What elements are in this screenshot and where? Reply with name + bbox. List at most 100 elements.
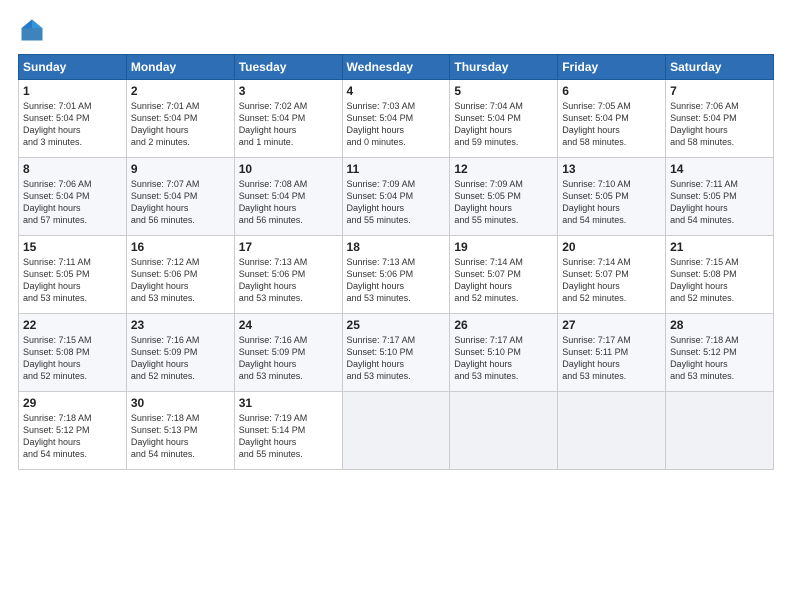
- weekday-header-tuesday: Tuesday: [234, 55, 342, 80]
- week-row-3: 15 Sunrise: 7:11 AMSunset: 5:05 PMDayligh…: [19, 236, 774, 314]
- calendar-cell: 10 Sunrise: 7:08 AMSunset: 5:04 PMDayligh…: [234, 158, 342, 236]
- day-info: Sunrise: 7:19 AMSunset: 5:14 PMDaylight …: [239, 412, 338, 461]
- calendar-cell: 21 Sunrise: 7:15 AMSunset: 5:08 PMDayligh…: [666, 236, 774, 314]
- day-info: Sunrise: 7:17 AMSunset: 5:10 PMDaylight …: [454, 334, 553, 383]
- weekday-header-friday: Friday: [558, 55, 666, 80]
- day-number: 9: [131, 162, 230, 176]
- day-info: Sunrise: 7:17 AMSunset: 5:10 PMDaylight …: [347, 334, 446, 383]
- day-number: 4: [347, 84, 446, 98]
- calendar-cell: 28Sunrise: 7:18 AMSunset: 5:12 PMDayligh…: [666, 314, 774, 392]
- day-number: 21: [670, 240, 769, 254]
- calendar-cell: 15 Sunrise: 7:11 AMSunset: 5:05 PMDayligh…: [19, 236, 127, 314]
- day-info: Sunrise: 7:15 AMSunset: 5:08 PMDaylight …: [670, 256, 769, 305]
- day-info: Sunrise: 7:11 AMSunset: 5:05 PMDaylight …: [670, 178, 769, 227]
- day-number: 7: [670, 84, 769, 98]
- calendar-cell: 11 Sunrise: 7:09 AMSunset: 5:04 PMDayligh…: [342, 158, 450, 236]
- calendar-cell: 8 Sunrise: 7:06 AMSunset: 5:04 PMDaylight…: [19, 158, 127, 236]
- day-number: 16: [131, 240, 230, 254]
- calendar-cell: 14 Sunrise: 7:11 AMSunset: 5:05 PMDayligh…: [666, 158, 774, 236]
- day-info: Sunrise: 7:01 AMSunset: 5:04 PMDaylight …: [131, 100, 230, 149]
- calendar-cell: 9 Sunrise: 7:07 AMSunset: 5:04 PMDaylight…: [126, 158, 234, 236]
- weekday-header-wednesday: Wednesday: [342, 55, 450, 80]
- weekday-header-thursday: Thursday: [450, 55, 558, 80]
- day-number: 12: [454, 162, 553, 176]
- day-info: Sunrise: 7:15 AMSunset: 5:08 PMDaylight …: [23, 334, 122, 383]
- day-info: Sunrise: 7:09 AMSunset: 5:04 PMDaylight …: [347, 178, 446, 227]
- logo-icon: [18, 16, 46, 44]
- calendar-cell: 27Sunrise: 7:17 AMSunset: 5:11 PMDayligh…: [558, 314, 666, 392]
- calendar-cell: 29 Sunrise: 7:18 AMSunset: 5:12 PMDayligh…: [19, 392, 127, 470]
- header: [18, 16, 774, 44]
- day-info: Sunrise: 7:16 AMSunset: 5:09 PMDaylight …: [131, 334, 230, 383]
- calendar-cell: 19Sunrise: 7:14 AMSunset: 5:07 PMDayligh…: [450, 236, 558, 314]
- day-number: 20: [562, 240, 661, 254]
- day-info: Sunrise: 7:11 AMSunset: 5:05 PMDaylight …: [23, 256, 122, 305]
- day-number: 11: [347, 162, 446, 176]
- day-info: Sunrise: 7:18 AMSunset: 5:12 PMDaylight …: [23, 412, 122, 461]
- weekday-header-sunday: Sunday: [19, 55, 127, 80]
- day-info: Sunrise: 7:08 AMSunset: 5:04 PMDaylight …: [239, 178, 338, 227]
- calendar-cell: 2 Sunrise: 7:01 AMSunset: 5:04 PMDaylight…: [126, 80, 234, 158]
- calendar: SundayMondayTuesdayWednesdayThursdayFrid…: [18, 54, 774, 470]
- calendar-cell: 3 Sunrise: 7:02 AMSunset: 5:04 PMDaylight…: [234, 80, 342, 158]
- day-number: 13: [562, 162, 661, 176]
- day-info: Sunrise: 7:13 AMSunset: 5:06 PMDaylight …: [347, 256, 446, 305]
- calendar-cell: 1 Sunrise: 7:01 AMSunset: 5:04 PMDaylight…: [19, 80, 127, 158]
- day-number: 17: [239, 240, 338, 254]
- day-number: 31: [239, 396, 338, 410]
- calendar-cell: 22 Sunrise: 7:15 AMSunset: 5:08 PMDayligh…: [19, 314, 127, 392]
- day-info: Sunrise: 7:07 AMSunset: 5:04 PMDaylight …: [131, 178, 230, 227]
- calendar-cell: 23Sunrise: 7:16 AMSunset: 5:09 PMDayligh…: [126, 314, 234, 392]
- day-number: 15: [23, 240, 122, 254]
- day-info: Sunrise: 7:12 AMSunset: 5:06 PMDaylight …: [131, 256, 230, 305]
- day-number: 10: [239, 162, 338, 176]
- day-info: Sunrise: 7:09 AMSunset: 5:05 PMDaylight …: [454, 178, 553, 227]
- page-container: SundayMondayTuesdayWednesdayThursdayFrid…: [0, 0, 792, 612]
- day-number: 2: [131, 84, 230, 98]
- calendar-cell: 6 Sunrise: 7:05 AMSunset: 5:04 PMDaylight…: [558, 80, 666, 158]
- calendar-cell: 12 Sunrise: 7:09 AMSunset: 5:05 PMDayligh…: [450, 158, 558, 236]
- week-row-4: 22 Sunrise: 7:15 AMSunset: 5:08 PMDayligh…: [19, 314, 774, 392]
- day-number: 14: [670, 162, 769, 176]
- day-info: Sunrise: 7:06 AMSunset: 5:04 PMDaylight …: [670, 100, 769, 149]
- calendar-cell: 16 Sunrise: 7:12 AMSunset: 5:06 PMDayligh…: [126, 236, 234, 314]
- day-info: Sunrise: 7:04 AMSunset: 5:04 PMDaylight …: [454, 100, 553, 149]
- week-row-2: 8 Sunrise: 7:06 AMSunset: 5:04 PMDaylight…: [19, 158, 774, 236]
- calendar-cell: 18 Sunrise: 7:13 AMSunset: 5:06 PMDayligh…: [342, 236, 450, 314]
- calendar-cell: 7 Sunrise: 7:06 AMSunset: 5:04 PMDaylight…: [666, 80, 774, 158]
- day-number: 25: [347, 318, 446, 332]
- day-info: Sunrise: 7:18 AMSunset: 5:12 PMDaylight …: [670, 334, 769, 383]
- weekday-header-row: SundayMondayTuesdayWednesdayThursdayFrid…: [19, 55, 774, 80]
- calendar-cell: 4Sunrise: 7:03 AMSunset: 5:04 PMDaylight…: [342, 80, 450, 158]
- calendar-cell: 24Sunrise: 7:16 AMSunset: 5:09 PMDayligh…: [234, 314, 342, 392]
- week-row-5: 29 Sunrise: 7:18 AMSunset: 5:12 PMDayligh…: [19, 392, 774, 470]
- day-number: 5: [454, 84, 553, 98]
- day-info: Sunrise: 7:06 AMSunset: 5:04 PMDaylight …: [23, 178, 122, 227]
- day-info: Sunrise: 7:10 AMSunset: 5:05 PMDaylight …: [562, 178, 661, 227]
- day-number: 24: [239, 318, 338, 332]
- day-number: 18: [347, 240, 446, 254]
- day-info: Sunrise: 7:14 AMSunset: 5:07 PMDaylight …: [562, 256, 661, 305]
- calendar-cell: 26 Sunrise: 7:17 AMSunset: 5:10 PMDayligh…: [450, 314, 558, 392]
- calendar-cell: 25 Sunrise: 7:17 AMSunset: 5:10 PMDayligh…: [342, 314, 450, 392]
- day-number: 30: [131, 396, 230, 410]
- day-number: 22: [23, 318, 122, 332]
- calendar-cell: 20 Sunrise: 7:14 AMSunset: 5:07 PMDayligh…: [558, 236, 666, 314]
- calendar-cell: [558, 392, 666, 470]
- day-info: Sunrise: 7:05 AMSunset: 5:04 PMDaylight …: [562, 100, 661, 149]
- calendar-cell: 31 Sunrise: 7:19 AMSunset: 5:14 PMDayligh…: [234, 392, 342, 470]
- logo: [18, 16, 50, 44]
- day-number: 19: [454, 240, 553, 254]
- day-number: 26: [454, 318, 553, 332]
- calendar-cell: 5 Sunrise: 7:04 AMSunset: 5:04 PMDaylight…: [450, 80, 558, 158]
- calendar-cell: [342, 392, 450, 470]
- day-number: 8: [23, 162, 122, 176]
- day-info: Sunrise: 7:02 AMSunset: 5:04 PMDaylight …: [239, 100, 338, 149]
- day-number: 1: [23, 84, 122, 98]
- calendar-cell: [666, 392, 774, 470]
- day-number: 29: [23, 396, 122, 410]
- calendar-cell: 30Sunrise: 7:18 AMSunset: 5:13 PMDayligh…: [126, 392, 234, 470]
- day-number: 3: [239, 84, 338, 98]
- day-info: Sunrise: 7:01 AMSunset: 5:04 PMDaylight …: [23, 100, 122, 149]
- day-number: 6: [562, 84, 661, 98]
